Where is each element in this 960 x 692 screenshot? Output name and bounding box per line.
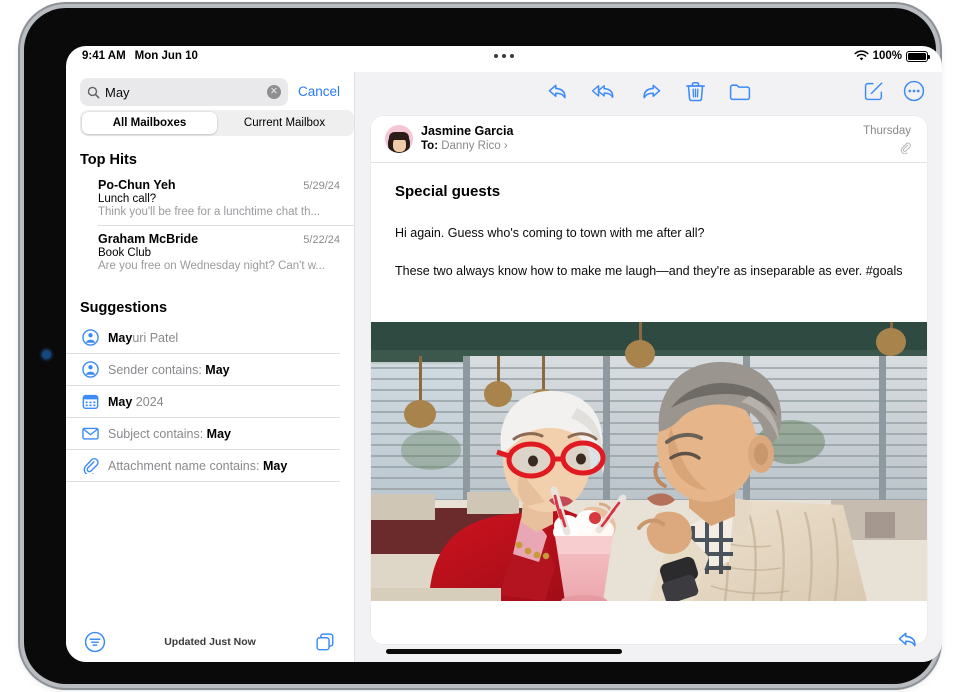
list-item[interactable]: Po-Chun Yeh 5/29/24 Lunch call? Think yo…: [66, 172, 354, 225]
hit-sender: Po-Chun Yeh: [98, 178, 176, 192]
suggestion-label: May 2024: [108, 395, 164, 409]
match-text: May: [263, 459, 287, 473]
message-reply-bar: [355, 618, 942, 662]
suggestion-label: Attachment name contains: May: [108, 459, 287, 473]
hit-preview: Are you free on Wednesday night? Can't w…: [98, 260, 340, 272]
toolbar-right-group: [863, 80, 925, 102]
more-ellipsis-circle-icon[interactable]: [903, 80, 925, 102]
match-text: May: [207, 427, 231, 441]
battery-percent-label: 100%: [873, 50, 902, 62]
chevron-right-icon: ›: [504, 140, 508, 152]
reply-arrow-icon[interactable]: [896, 628, 919, 651]
recipient-line[interactable]: To: Danny Rico ›: [421, 140, 508, 152]
mailbox-scope-segmented-control[interactable]: All Mailboxes Current Mailbox: [80, 110, 354, 136]
clear-search-icon[interactable]: ✕: [267, 85, 281, 99]
toolbar-actions-group: [546, 80, 752, 103]
status-bar: 9:41 AM Mon Jun 10 100%: [66, 46, 942, 72]
match-text: May: [205, 363, 229, 377]
copy-windows-icon[interactable]: [314, 631, 336, 653]
filter-circle-icon[interactable]: [84, 631, 106, 653]
camera-indicator-light: [42, 350, 51, 359]
rest-text: Sender contains:: [108, 363, 205, 377]
wifi-icon: [854, 50, 869, 62]
search-input[interactable]: May ✕: [80, 78, 288, 106]
match-text: May: [108, 395, 132, 409]
forward-arrow-icon[interactable]: [640, 80, 663, 103]
rest-text: Attachment name contains:: [108, 459, 263, 473]
avatar: [385, 125, 413, 153]
scope-current-mailbox[interactable]: Current Mailbox: [217, 112, 352, 134]
ipad-screen: 9:41 AM Mon Jun 10 100%: [66, 46, 942, 662]
reply-arrow-icon[interactable]: [546, 80, 569, 103]
message-date: Thursday: [863, 125, 911, 137]
suggestion-subject-contains[interactable]: Subject contains: May: [66, 418, 340, 450]
status-bar-right: 100%: [854, 50, 928, 62]
contact-person-icon: [82, 361, 99, 378]
list-item[interactable]: Graham McBride 5/22/24 Book Club Are you…: [98, 225, 354, 279]
suggestion-label: Subject contains: May: [108, 427, 231, 441]
message-paragraph-2: These two always know how to make me lau…: [395, 262, 903, 281]
reply-all-arrow-icon[interactable]: [591, 80, 618, 103]
search-query-text: May: [105, 85, 262, 100]
ipad-device-frame: 9:41 AM Mon Jun 10 100%: [24, 8, 936, 684]
hit-subject: Book Club: [98, 247, 340, 259]
to-label: To:: [421, 140, 438, 152]
search-sidebar: May ✕ Cancel All Mailboxes Current Mailb…: [66, 72, 354, 662]
magnifier-icon: [87, 86, 100, 99]
message-subject: Special guests: [395, 183, 500, 200]
updated-status-label: Updated Just Now: [164, 636, 256, 648]
suggestion-contact-mayuri-patel[interactable]: Mayuri Patel: [66, 322, 340, 354]
message-paragraph-1: Hi again. Guess who's coming to town wit…: [395, 224, 903, 243]
suggestion-label: Sender contains: May: [108, 363, 230, 377]
rest-text: Subject contains:: [108, 427, 207, 441]
recipient-name: Danny Rico: [441, 140, 500, 152]
message-toolbar: [355, 72, 942, 116]
hit-date: 5/29/24: [303, 180, 340, 192]
hit-sender: Graham McBride: [98, 232, 198, 246]
top-hits-list: Po-Chun Yeh 5/29/24 Lunch call? Think yo…: [66, 172, 354, 279]
rest-text: uri Patel: [132, 331, 178, 345]
multitasking-dots-icon[interactable]: [494, 54, 514, 58]
status-time: 9:41 AM: [82, 50, 126, 62]
diner-couple-photo: [371, 322, 927, 601]
contact-person-icon: [82, 329, 99, 346]
sidebar-bottom-toolbar: Updated Just Now: [66, 622, 354, 662]
rest-text: 2024: [132, 395, 163, 409]
envelope-icon: [82, 425, 99, 442]
trash-icon[interactable]: [685, 80, 706, 103]
cancel-search-button[interactable]: Cancel: [298, 84, 340, 99]
hit-preview: Think you'll be free for a lunchtime cha…: [98, 206, 340, 218]
message-photo-attachment[interactable]: [371, 322, 927, 601]
home-indicator[interactable]: [386, 649, 622, 654]
top-hits-heading: Top Hits: [80, 152, 137, 168]
suggestion-sender-contains[interactable]: Sender contains: May: [66, 354, 340, 386]
match-text: May: [108, 331, 132, 345]
sender-name: Jasmine Garcia: [421, 124, 513, 138]
message-header[interactable]: Jasmine Garcia To: Danny Rico › Thursday: [371, 116, 927, 163]
calendar-icon: [82, 393, 99, 410]
message-card: Jasmine Garcia To: Danny Rico › Thursday…: [371, 116, 927, 644]
suggestions-list: Mayuri Patel Sender contains: May: [66, 322, 354, 482]
scope-all-mailboxes[interactable]: All Mailboxes: [82, 112, 217, 134]
battery-full-icon: [906, 51, 928, 62]
status-bar-left: 9:41 AM Mon Jun 10: [82, 50, 198, 62]
suggestion-label: Mayuri Patel: [108, 331, 178, 345]
hit-subject: Lunch call?: [98, 193, 340, 205]
suggestion-attachment-contains[interactable]: Attachment name contains: May: [66, 450, 340, 482]
search-row: May ✕ Cancel: [66, 76, 354, 108]
paperclip-icon: [900, 141, 911, 154]
status-date: Mon Jun 10: [135, 50, 198, 62]
suggestions-heading: Suggestions: [80, 300, 167, 316]
paperclip-icon: [82, 457, 99, 474]
message-detail-pane: Jasmine Garcia To: Danny Rico › Thursday…: [354, 72, 942, 662]
compose-square-pencil-icon[interactable]: [863, 80, 885, 102]
hit-date: 5/22/24: [303, 234, 340, 246]
suggestion-date-may-2024[interactable]: May 2024: [66, 386, 340, 418]
folder-icon[interactable]: [728, 80, 752, 103]
